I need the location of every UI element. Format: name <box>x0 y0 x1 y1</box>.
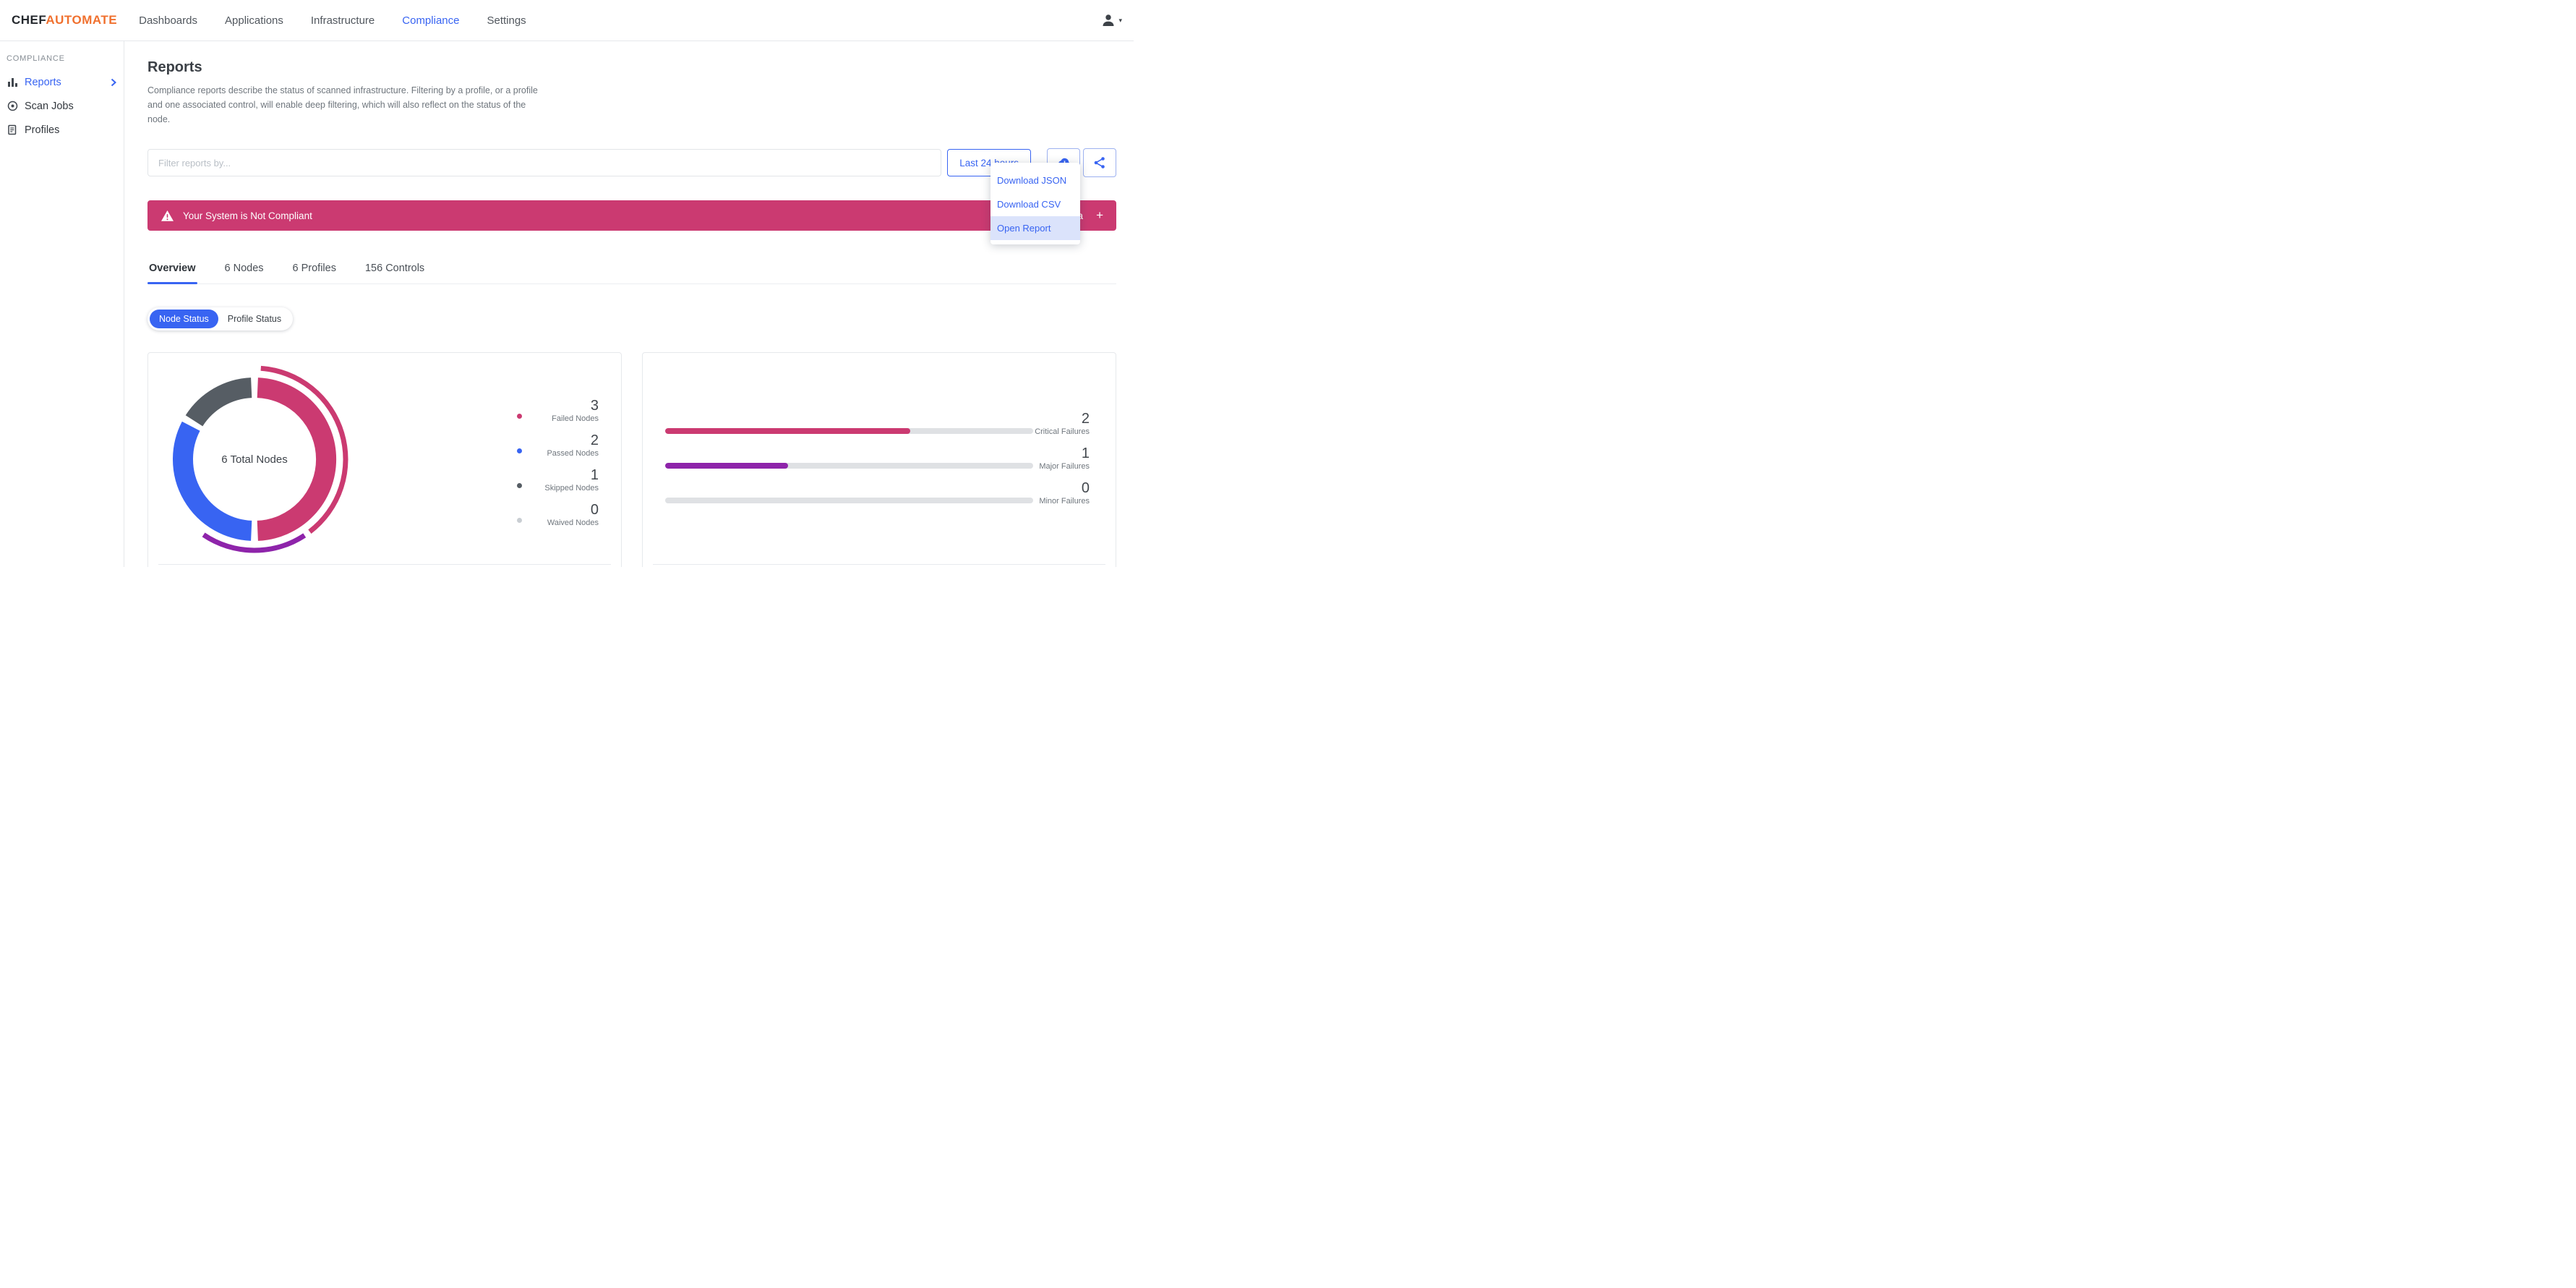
chef-automate-logo[interactable]: CHEFAUTOMATE <box>12 13 117 27</box>
bar-chart-icon <box>7 77 18 88</box>
plus-icon[interactable]: + <box>1096 208 1103 223</box>
major-count: 1 <box>1081 445 1090 461</box>
reports-main-panel: Reports Compliance reports describe the … <box>124 41 1134 567</box>
tab-profiles[interactable]: 6 Profiles <box>291 255 338 283</box>
menu-item-open-report[interactable]: Open Report <box>990 216 1080 240</box>
nav-applications[interactable]: Applications <box>225 14 283 27</box>
nav-infrastructure[interactable]: Infrastructure <box>311 14 375 27</box>
filter-reports-input[interactable] <box>147 149 942 176</box>
compliance-sidebar: COMPLIANCE Reports Scan Jobs Profiles <box>0 41 124 567</box>
critical-entry: 2 Critical Failures <box>1035 411 1090 445</box>
major-bar-fill <box>665 463 788 469</box>
minor-label: Minor Failures <box>1039 497 1090 506</box>
person-icon <box>1100 12 1116 28</box>
severity-caption: Severity of Node Failures <box>653 564 1105 567</box>
warning-triangle-icon <box>161 210 174 222</box>
failed-label: Failed Nodes <box>552 414 599 423</box>
sidebar-item-profiles[interactable]: Profiles <box>0 118 124 142</box>
minor-count: 0 <box>1081 480 1090 496</box>
chevron-right-icon <box>111 78 116 87</box>
legend-waived-nodes: 0 Waived Nodes <box>517 493 599 528</box>
sidebar-section-label: COMPLIANCE <box>7 54 65 63</box>
failed-dot-icon <box>517 414 522 419</box>
major-label: Major Failures <box>1039 462 1090 471</box>
waived-dot-icon <box>517 518 522 523</box>
tab-nodes[interactable]: 6 Nodes <box>223 255 265 283</box>
sidebar-item-label: Reports <box>25 76 61 88</box>
major-entry: 1 Major Failures <box>1035 445 1090 480</box>
share-report-button[interactable] <box>1083 148 1116 177</box>
sidebar-item-label: Profiles <box>25 124 60 136</box>
legend-passed-nodes: 2 Passed Nodes <box>517 424 599 459</box>
top-nav-items: Dashboards Applications Infrastructure C… <box>139 14 526 27</box>
sidebar-item-scan-jobs[interactable]: Scan Jobs <box>0 94 124 118</box>
major-bar-row <box>665 463 1033 498</box>
passed-dot-icon <box>517 448 522 453</box>
top-navbar: CHEFAUTOMATE Dashboards Applications Inf… <box>0 0 1134 41</box>
critical-label: Critical Failures <box>1035 427 1090 436</box>
banner-message: Your System is Not Compliant <box>183 210 312 221</box>
node-status-caption: Node Status <box>158 564 611 567</box>
donut-chart-svg <box>173 365 348 553</box>
user-menu[interactable]: ▾ <box>1100 12 1122 28</box>
download-menu: Download JSON Download CSV Open Report <box>990 163 1080 244</box>
page-title: Reports <box>147 59 202 75</box>
minor-entry: 0 Minor Failures <box>1035 480 1090 515</box>
critical-count: 2 <box>1081 411 1090 427</box>
page-description: Compliance reports describe the status o… <box>147 85 538 124</box>
failed-count: 3 <box>590 398 599 414</box>
menu-item-download-csv[interactable]: Download CSV <box>990 192 1080 216</box>
sidebar-item-reports[interactable]: Reports <box>0 70 124 94</box>
report-tabs: Overview 6 Nodes 6 Profiles 156 Controls <box>147 255 1116 284</box>
node-status-card: 6 Total Nodes 3 Failed Nodes 2 Passed No… <box>147 352 622 567</box>
nav-settings[interactable]: Settings <box>487 14 526 27</box>
radar-icon <box>7 101 18 111</box>
nav-dashboards[interactable]: Dashboards <box>139 14 197 27</box>
tab-overview[interactable]: Overview <box>147 255 197 284</box>
severity-legend: 2 Critical Failures 1 Major Failures 0 M… <box>1035 411 1090 515</box>
node-status-donut-chart: 6 Total Nodes <box>157 362 352 557</box>
logo-chef: CHEF <box>12 13 46 27</box>
minor-bar-row <box>665 498 1033 532</box>
severity-card: 2 Critical Failures 1 Major Failures 0 M… <box>642 352 1116 567</box>
critical-bar-row <box>665 428 1033 463</box>
skipped-dot-icon <box>517 483 522 488</box>
tab-controls[interactable]: 156 Controls <box>364 255 426 283</box>
skipped-count: 1 <box>590 467 599 483</box>
skipped-label: Skipped Nodes <box>544 484 599 492</box>
toggle-profile-status[interactable]: Profile Status <box>218 310 291 328</box>
share-icon <box>1093 156 1106 169</box>
nav-compliance[interactable]: Compliance <box>402 14 459 27</box>
passed-count: 2 <box>590 432 599 448</box>
waived-label: Waived Nodes <box>547 519 599 527</box>
severity-bar-chart <box>665 428 1033 532</box>
toggle-node-status[interactable]: Node Status <box>150 310 218 328</box>
node-status-legend: 3 Failed Nodes 2 Passed Nodes 1 Skipped … <box>517 389 599 528</box>
critical-bar-track <box>665 428 1033 434</box>
legend-failed-nodes: 3 Failed Nodes <box>517 389 599 424</box>
menu-item-download-json[interactable]: Download JSON <box>990 169 1080 192</box>
waived-count: 0 <box>590 502 599 518</box>
critical-bar-fill <box>665 428 911 434</box>
major-bar-track <box>665 463 1033 469</box>
chevron-down-icon: ▾ <box>1118 16 1122 24</box>
sidebar-item-label: Scan Jobs <box>25 100 74 112</box>
legend-skipped-nodes: 1 Skipped Nodes <box>517 459 599 493</box>
filter-toolbar: Last 24 hours <box>147 148 1116 177</box>
passed-label: Passed Nodes <box>547 449 599 458</box>
logo-automate: AUTOMATE <box>46 13 118 27</box>
status-toggle: Node Status Profile Status <box>147 307 294 330</box>
not-compliant-banner: Your System is Not Compliant ta + <box>147 200 1116 231</box>
profiles-icon <box>7 124 18 135</box>
minor-bar-track <box>665 498 1033 503</box>
